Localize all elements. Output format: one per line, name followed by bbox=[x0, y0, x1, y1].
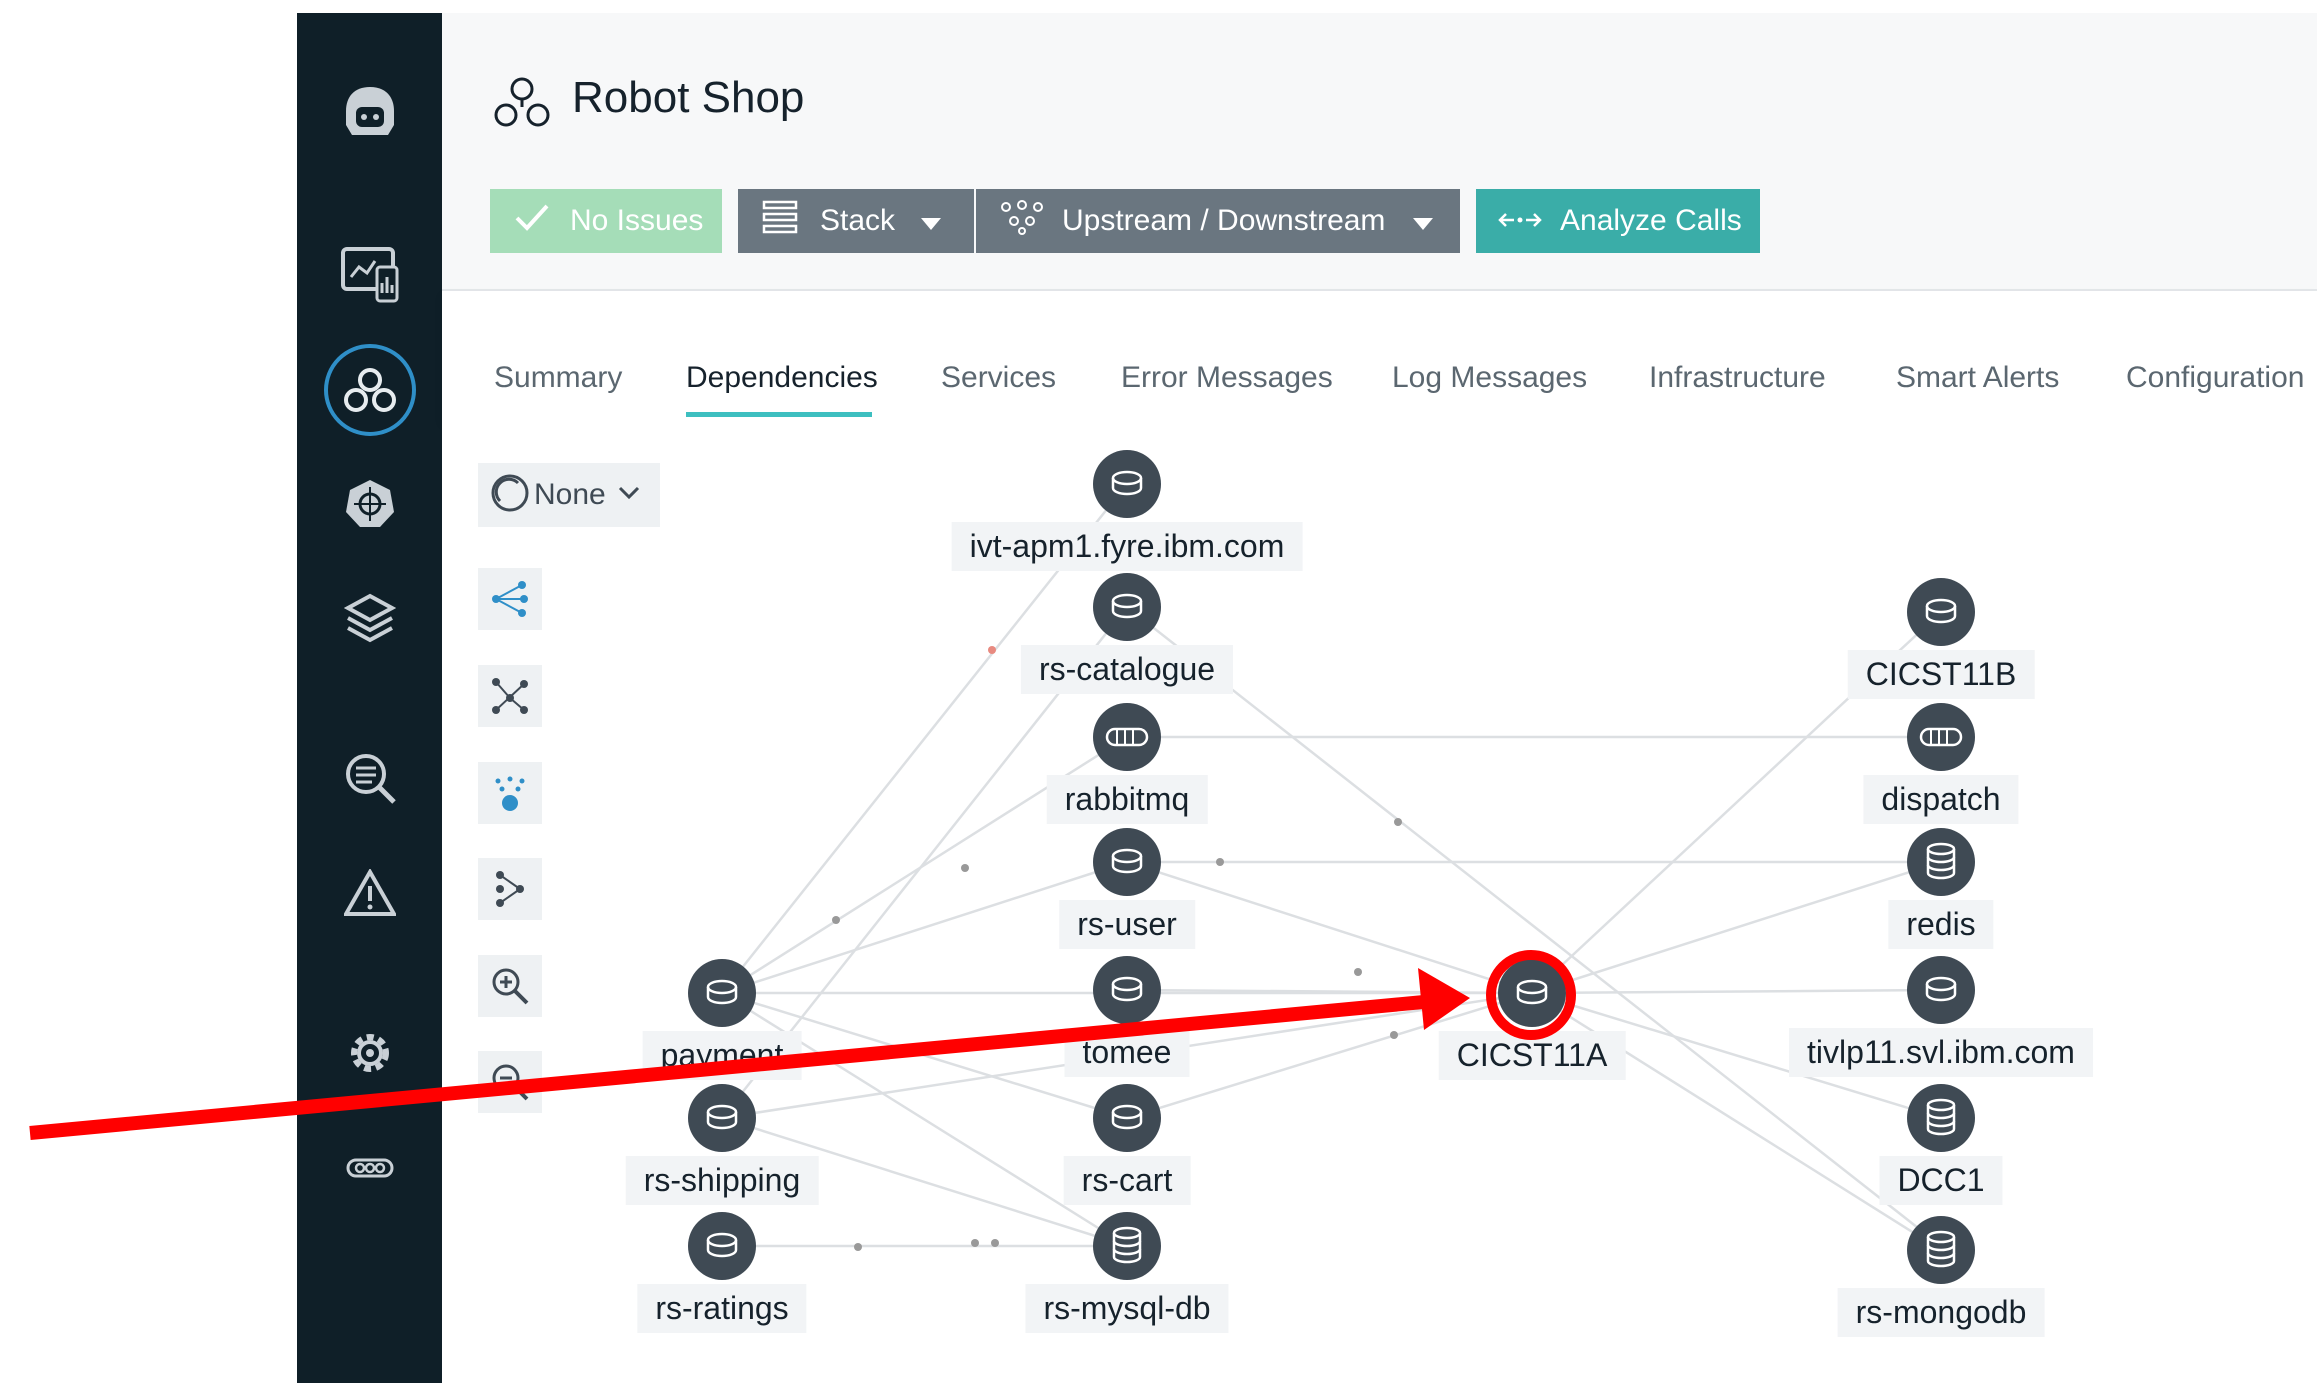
annotation-arrow-line bbox=[29, 993, 1446, 1140]
annotation-overlay bbox=[29, 950, 1576, 1140]
annotation-highlight-ring bbox=[1486, 950, 1576, 1040]
annotation-arrow-head bbox=[1418, 968, 1470, 1030]
